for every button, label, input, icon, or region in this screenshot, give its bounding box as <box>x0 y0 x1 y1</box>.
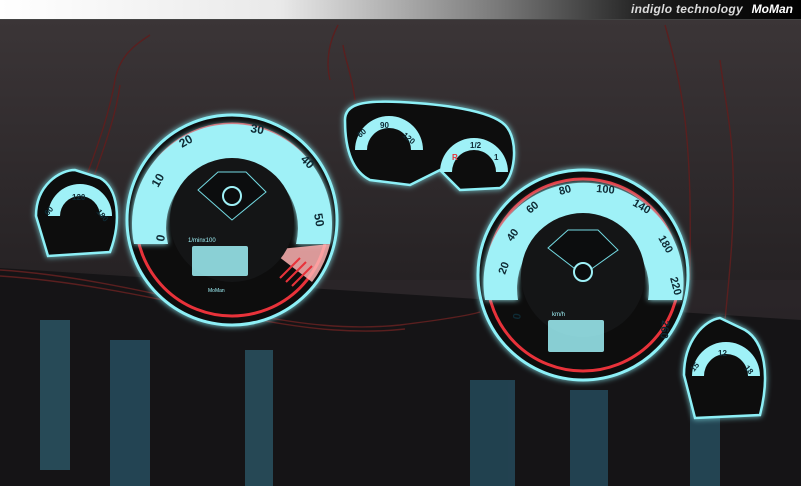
brand-text: indiglo technology <box>630 2 743 16</box>
tach-label-50: 50 <box>311 212 327 228</box>
right-gauge-label-12: 12 <box>718 349 727 358</box>
speed-label-260: 260 <box>657 320 671 339</box>
temp-label-90: 90 <box>380 121 389 130</box>
header-bar: indiglo technology MoMan <box>0 0 801 20</box>
speedometer: 0 20 40 60 80 100 140 180 220 260 km/h <box>476 168 690 382</box>
fuel-label-half: 1/2 <box>470 141 482 150</box>
tachometer: 0 10 20 30 40 50 1/minx100 MoMan <box>125 113 339 327</box>
brand-logo: MoMan <box>751 2 793 16</box>
tach-maker-mark: MoMan <box>208 288 225 294</box>
fuel-label-full: 1 <box>494 153 499 162</box>
dashboard-photo: 0 10 20 30 40 50 1/minx100 MoMan 60 120 … <box>0 20 801 486</box>
left-small-gauge: 60 120 180 <box>34 168 119 258</box>
fuel-label-reserve: R <box>452 153 458 162</box>
speed-label-100: 100 <box>596 183 615 197</box>
tach-unit-label: 1/minx100 <box>188 238 216 244</box>
left-gauge-label-120: 120 <box>72 193 86 202</box>
speed-unit-label: km/h <box>552 312 565 318</box>
tach-label-30: 30 <box>249 121 265 137</box>
dashboard-scene: 0 10 20 30 40 50 1/minx100 MoMan 60 120 … <box>0 20 801 486</box>
